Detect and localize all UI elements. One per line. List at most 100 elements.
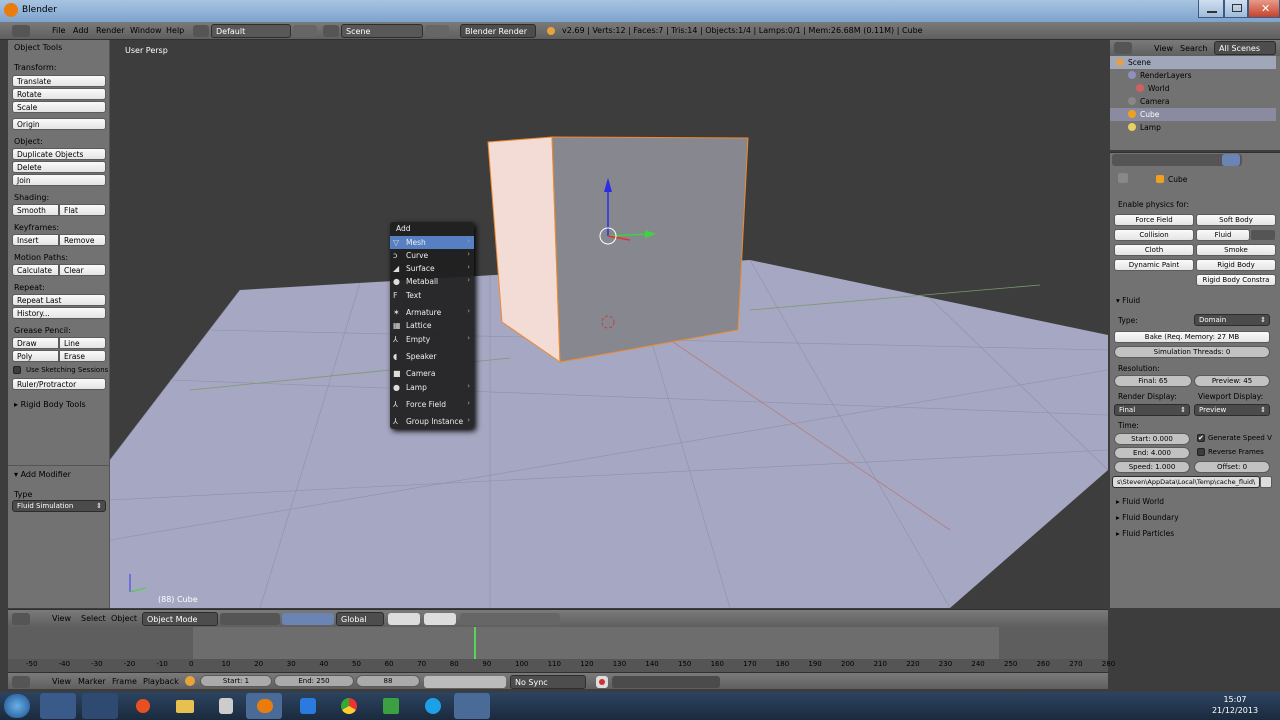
snap-buttons[interactable] bbox=[460, 613, 560, 625]
add-menu-item[interactable]: F Text bbox=[390, 289, 474, 302]
preview-resolution-field[interactable]: Preview: 45 bbox=[1194, 375, 1270, 387]
taskbar-app-9[interactable] bbox=[372, 693, 408, 719]
fluid-world-header[interactable]: ▸ Fluid World bbox=[1116, 497, 1164, 506]
fluid-visibility-icons[interactable] bbox=[1251, 230, 1275, 240]
menu-select[interactable]: Select bbox=[81, 614, 106, 623]
rotate-button[interactable]: Rotate bbox=[12, 88, 106, 100]
range-icon[interactable] bbox=[185, 676, 195, 686]
menu-view[interactable]: View bbox=[52, 614, 71, 623]
menu-help[interactable]: Help bbox=[166, 26, 184, 35]
clear-button[interactable]: Clear bbox=[59, 264, 106, 276]
taskbar-folder[interactable] bbox=[166, 693, 202, 719]
outliner[interactable]: Scene RenderLayers World Camera Cube Lamp bbox=[1110, 40, 1280, 150]
smoke-button[interactable]: Smoke bbox=[1196, 244, 1276, 256]
add-menu-item[interactable]: ↄ Curve › bbox=[390, 249, 474, 262]
repeat-last-button[interactable]: Repeat Last bbox=[12, 294, 106, 306]
fluid-particles-header[interactable]: ▸ Fluid Particles bbox=[1116, 529, 1174, 538]
calculate-button[interactable]: Calculate bbox=[12, 264, 59, 276]
rigid-body-button[interactable]: Rigid Body bbox=[1196, 259, 1276, 271]
end-frame-field[interactable]: End: 250 bbox=[274, 675, 354, 687]
outliner-row[interactable]: Scene bbox=[1110, 56, 1276, 69]
outliner-row[interactable]: Camera bbox=[1110, 95, 1276, 108]
layer-buttons-1[interactable] bbox=[388, 613, 420, 625]
smooth-button[interactable]: Smooth bbox=[12, 204, 59, 216]
rigid-body-constraint-button[interactable]: Rigid Body Constra bbox=[1196, 274, 1276, 286]
bake-button[interactable]: Bake (Req. Memory: 27 MB bbox=[1114, 331, 1270, 343]
scene-add-remove[interactable] bbox=[425, 25, 449, 37]
sync-select[interactable]: No Sync bbox=[510, 675, 586, 689]
object-mode-select[interactable]: Object Mode bbox=[142, 612, 218, 626]
outliner-row[interactable]: RenderLayers bbox=[1110, 69, 1276, 82]
insert-keyframe-button[interactable]: Insert bbox=[12, 234, 59, 246]
record-button[interactable] bbox=[596, 676, 608, 688]
dynamic-paint-button[interactable]: Dynamic Paint bbox=[1114, 259, 1194, 271]
soft-body-button[interactable]: Soft Body bbox=[1196, 214, 1276, 226]
add-menu-item[interactable]: ◢ Surface › bbox=[390, 262, 474, 275]
add-menu-item[interactable]: ⅄ Group Instance › bbox=[390, 415, 474, 428]
render-engine-select[interactable]: Blender Render bbox=[460, 24, 536, 38]
orientation-select[interactable]: Global bbox=[336, 612, 384, 626]
ruler-button[interactable]: Ruler/Protractor bbox=[12, 378, 106, 390]
editor-type-icon[interactable] bbox=[12, 25, 30, 37]
scene-field[interactable]: Scene bbox=[341, 24, 423, 38]
layout-add-remove[interactable] bbox=[293, 25, 317, 37]
end-time-field[interactable]: End: 4.000 bbox=[1114, 447, 1190, 459]
add-modifier-header[interactable]: ▾ Add Modifier bbox=[14, 470, 71, 479]
shading-buttons[interactable] bbox=[220, 613, 280, 625]
reverse-frames-checkbox[interactable] bbox=[1197, 448, 1205, 456]
menu-render[interactable]: Render bbox=[96, 26, 124, 35]
editor-type-icon[interactable] bbox=[12, 613, 30, 625]
flat-button[interactable]: Flat bbox=[59, 204, 106, 216]
add-menu-item[interactable]: ⅄ Empty › bbox=[390, 333, 474, 346]
add-menu-item[interactable]: ● Metaball › bbox=[390, 275, 474, 288]
rigid-body-tools-header[interactable]: ▸ Rigid Body Tools bbox=[14, 400, 86, 409]
fluid-button[interactable]: Fluid bbox=[1196, 229, 1250, 241]
menu-object[interactable]: Object bbox=[111, 614, 137, 623]
sim-threads-field[interactable]: Simulation Threads: 0 bbox=[1114, 346, 1270, 358]
taskbar-app-7[interactable] bbox=[290, 693, 326, 719]
remove-keyframe-button[interactable]: Remove bbox=[59, 234, 106, 246]
physics-tab-icon[interactable] bbox=[1222, 154, 1240, 166]
pin-icon[interactable] bbox=[1118, 173, 1128, 183]
outliner-search-menu[interactable]: Search bbox=[1180, 44, 1207, 53]
scale-button[interactable]: Scale bbox=[12, 101, 106, 113]
line-button[interactable]: Line bbox=[59, 337, 106, 349]
history-button[interactable]: History... bbox=[12, 307, 106, 319]
start-time-field[interactable]: Start: 0.000 bbox=[1114, 433, 1190, 445]
timeline[interactable]: -50 -40 -30 -20 -10 0 10 20 30 40 50 60 70 80 90 100 110… bbox=[8, 627, 1115, 672]
erase-button[interactable]: Erase bbox=[59, 350, 106, 362]
taskbar-app-2[interactable] bbox=[82, 693, 118, 719]
viewport-display-select[interactable]: Preview ⇕ bbox=[1194, 404, 1270, 416]
fluid-type-select[interactable]: Domain ⇕ bbox=[1194, 314, 1270, 326]
folder-icon[interactable] bbox=[1260, 476, 1272, 488]
speed-field[interactable]: Speed: 1.000 bbox=[1114, 461, 1190, 473]
final-resolution-field[interactable]: Final: 65 bbox=[1114, 375, 1192, 387]
taskbar-blender[interactable] bbox=[246, 693, 282, 719]
add-menu-item[interactable]: ▦ Lattice bbox=[390, 319, 474, 332]
scene-icon[interactable] bbox=[323, 25, 339, 37]
layout-field[interactable]: Default bbox=[211, 24, 291, 38]
keying-set-field[interactable] bbox=[612, 676, 720, 688]
add-menu-item[interactable]: ● Lamp › bbox=[390, 381, 474, 394]
menu-add[interactable]: Add bbox=[73, 26, 89, 35]
fluid-panel-header[interactable]: ▾ Fluid bbox=[1116, 296, 1140, 305]
duplicate-button[interactable]: Duplicate Objects bbox=[12, 148, 106, 160]
editor-type-icon[interactable] bbox=[1114, 42, 1132, 54]
menu-view[interactable]: View bbox=[52, 677, 71, 686]
outliner-row[interactable]: Lamp bbox=[1110, 121, 1276, 134]
layer-buttons-2[interactable] bbox=[424, 613, 456, 625]
delete-button[interactable]: Delete bbox=[12, 161, 106, 173]
outliner-row[interactable]: World bbox=[1110, 82, 1276, 95]
screen-layout-icon[interactable] bbox=[193, 25, 209, 37]
display-mode-select[interactable]: All Scenes bbox=[1214, 41, 1276, 55]
add-menu-item[interactable]: ✶ Armature › bbox=[390, 306, 474, 319]
add-menu-item[interactable]: ⅄ Force Field › bbox=[390, 398, 474, 411]
fluid-boundary-header[interactable]: ▸ Fluid Boundary bbox=[1116, 513, 1179, 522]
taskbar-explorer-app[interactable] bbox=[40, 693, 76, 719]
modifier-type-select[interactable]: Fluid Simulation ⇕ bbox=[12, 500, 106, 512]
collision-button[interactable]: Collision bbox=[1114, 229, 1194, 241]
editor-type-icon[interactable] bbox=[12, 676, 30, 688]
current-frame-field[interactable]: 88 bbox=[356, 675, 420, 687]
sketch-checkbox[interactable] bbox=[13, 366, 21, 374]
menu-marker[interactable]: Marker bbox=[78, 677, 106, 686]
